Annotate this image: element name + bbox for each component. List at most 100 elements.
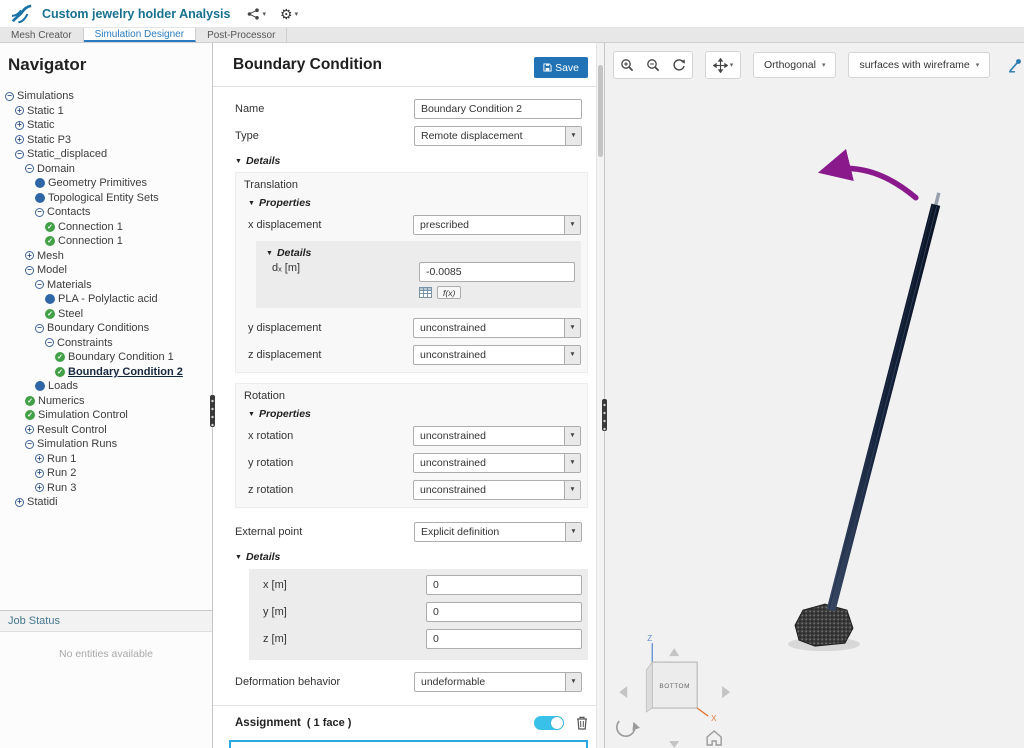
- orientation-cube[interactable]: Z BOTTOM X: [617, 634, 730, 748]
- tab-simulation-designer[interactable]: Simulation Designer: [84, 28, 197, 42]
- tree-item-steel[interactable]: ✓Steel: [0, 307, 212, 322]
- tree-item-static-displaced[interactable]: −Static_displaced: [0, 147, 212, 162]
- y-rotation-select[interactable]: unconstrained ▼: [413, 453, 581, 473]
- assignment-toggle[interactable]: [534, 716, 564, 730]
- tree-item-simulation-control[interactable]: ✓Simulation Control: [0, 408, 212, 423]
- expand-plus-icon[interactable]: +: [25, 251, 34, 260]
- tree-item-boundary-conditions[interactable]: −Boundary Conditions: [0, 321, 212, 336]
- expand-plus-icon[interactable]: +: [35, 469, 44, 478]
- projection-dropdown[interactable]: Orthogonal ▾: [753, 52, 836, 78]
- navigator-resize-handle[interactable]: [210, 395, 215, 427]
- tree-item-boundary-condition-1[interactable]: ✓Boundary Condition 1: [0, 350, 212, 365]
- 3d-scene[interactable]: Z BOTTOM X: [605, 43, 1024, 748]
- rotate-right-arrow[interactable]: [722, 686, 730, 698]
- rotate-down-arrow[interactable]: [669, 741, 679, 748]
- tree-item-static[interactable]: +Static: [0, 118, 212, 133]
- assignment-selection-box[interactable]: [229, 740, 588, 748]
- tree-item-geometry-primitives[interactable]: Geometry Primitives: [0, 176, 212, 191]
- expand-minus-icon[interactable]: −: [35, 324, 44, 333]
- dx-input[interactable]: [419, 262, 575, 282]
- expand-plus-icon[interactable]: +: [35, 483, 44, 492]
- rotation-properties-header[interactable]: ▼ Properties: [236, 404, 587, 422]
- expand-plus-icon[interactable]: +: [25, 425, 34, 434]
- tree-item-loads[interactable]: Loads: [0, 379, 212, 394]
- move-tool-button[interactable]: ▾: [706, 52, 740, 78]
- x-displacement-select[interactable]: prescribed ▼: [413, 215, 581, 235]
- base-geometry[interactable]: [795, 604, 853, 646]
- expand-minus-icon[interactable]: −: [35, 280, 44, 289]
- tree-item-static-1[interactable]: +Static 1: [0, 104, 212, 119]
- z-rotation-select[interactable]: unconstrained ▼: [413, 480, 581, 500]
- expand-plus-icon[interactable]: +: [15, 106, 24, 115]
- external-point-details-header[interactable]: ▼ Details: [213, 545, 604, 566]
- tree-item-contacts[interactable]: −Contacts: [0, 205, 212, 220]
- translation-properties-header[interactable]: ▼ Properties: [236, 193, 587, 211]
- external-point-select[interactable]: Explicit definition ▼: [414, 522, 582, 542]
- ext-z-input[interactable]: [426, 629, 582, 649]
- render-mode-dropdown[interactable]: surfaces with wireframe ▾: [848, 52, 990, 78]
- tree-item-model[interactable]: −Model: [0, 263, 212, 278]
- tree-item-connection-1[interactable]: ✓Connection 1: [0, 234, 212, 249]
- reset-view-button[interactable]: [666, 52, 692, 78]
- tree-item-numerics[interactable]: ✓Numerics: [0, 394, 212, 409]
- ext-y-input[interactable]: [426, 602, 582, 622]
- tree-item-materials[interactable]: −Materials: [0, 278, 212, 293]
- tree-item-simulations[interactable]: −Simulations: [0, 89, 212, 104]
- panel-scrollbar[interactable]: [596, 43, 604, 748]
- table-input-icon[interactable]: [419, 287, 432, 298]
- expand-minus-icon[interactable]: −: [25, 266, 34, 275]
- save-button[interactable]: Save: [534, 57, 588, 78]
- tree-item-boundary-condition-2[interactable]: ✓Boundary Condition 2: [0, 365, 212, 380]
- rotate-up-arrow[interactable]: [669, 648, 679, 656]
- x-rotation-select[interactable]: unconstrained ▼: [413, 426, 581, 446]
- expand-plus-icon[interactable]: +: [15, 135, 24, 144]
- tree-item-simulation-runs[interactable]: −Simulation Runs: [0, 437, 212, 452]
- panel-resize-handle[interactable]: [602, 399, 607, 431]
- x-displacement-details-header[interactable]: ▼ Details: [256, 243, 581, 261]
- tree-item-connection-1[interactable]: ✓Connection 1: [0, 220, 212, 235]
- name-input[interactable]: [414, 99, 582, 119]
- tree-item-pla-polylactic-acid[interactable]: PLA - Polylactic acid: [0, 292, 212, 307]
- tree-item-constraints[interactable]: −Constraints: [0, 336, 212, 351]
- expand-plus-icon[interactable]: +: [15, 498, 24, 507]
- tab-post-processor[interactable]: Post-Processor: [196, 28, 287, 42]
- tree-item-run-3[interactable]: +Run 3: [0, 481, 212, 496]
- expand-minus-icon[interactable]: −: [25, 164, 34, 173]
- tree-item-statidi[interactable]: +Statidi: [0, 495, 212, 510]
- expand-minus-icon[interactable]: −: [35, 208, 44, 217]
- tab-mesh-creator[interactable]: Mesh Creator: [0, 28, 84, 42]
- rotate-left-arrow[interactable]: [619, 686, 627, 698]
- ext-x-input[interactable]: [426, 575, 582, 595]
- expand-plus-icon[interactable]: +: [35, 454, 44, 463]
- roll-rotate-icon[interactable]: [617, 721, 635, 736]
- tree-item-run-2[interactable]: +Run 2: [0, 466, 212, 481]
- deformation-behavior-select[interactable]: undeformable ▼: [414, 672, 582, 692]
- tree-item-domain[interactable]: −Domain: [0, 162, 212, 177]
- job-status-header[interactable]: Job Status: [0, 610, 212, 632]
- tree-item-result-control[interactable]: +Result Control: [0, 423, 212, 438]
- tree-item-mesh[interactable]: +Mesh: [0, 249, 212, 264]
- expand-minus-icon[interactable]: −: [15, 150, 24, 159]
- details-section-header[interactable]: ▼ Details: [213, 149, 604, 170]
- rod-tip[interactable]: [936, 193, 939, 205]
- expand-minus-icon[interactable]: −: [5, 92, 14, 101]
- expand-minus-icon[interactable]: −: [45, 338, 54, 347]
- zoom-out-button[interactable]: [640, 52, 666, 78]
- tree-item-static-p3[interactable]: +Static P3: [0, 133, 212, 148]
- formula-input-button[interactable]: f(x): [437, 286, 461, 299]
- probe-point-button[interactable]: [1002, 52, 1024, 78]
- tree-item-run-1[interactable]: +Run 1: [0, 452, 212, 467]
- zoom-in-button[interactable]: [614, 52, 640, 78]
- settings-menu-button[interactable]: ⚙ ▾: [277, 5, 301, 23]
- type-select[interactable]: Remote displacement ▼: [414, 126, 582, 146]
- home-view-icon[interactable]: [707, 731, 721, 745]
- expand-plus-icon[interactable]: +: [15, 121, 24, 130]
- tree-item-topological-entity-sets[interactable]: Topological Entity Sets: [0, 191, 212, 206]
- z-displacement-select[interactable]: unconstrained ▼: [413, 345, 581, 365]
- expand-minus-icon[interactable]: −: [25, 440, 34, 449]
- rod-geometry[interactable]: [827, 204, 941, 612]
- delete-assignment-icon[interactable]: [576, 716, 588, 730]
- y-displacement-select[interactable]: unconstrained ▼: [413, 318, 581, 338]
- panel-scrollbar-thumb[interactable]: [598, 65, 603, 157]
- share-menu-button[interactable]: ▾: [244, 6, 269, 22]
